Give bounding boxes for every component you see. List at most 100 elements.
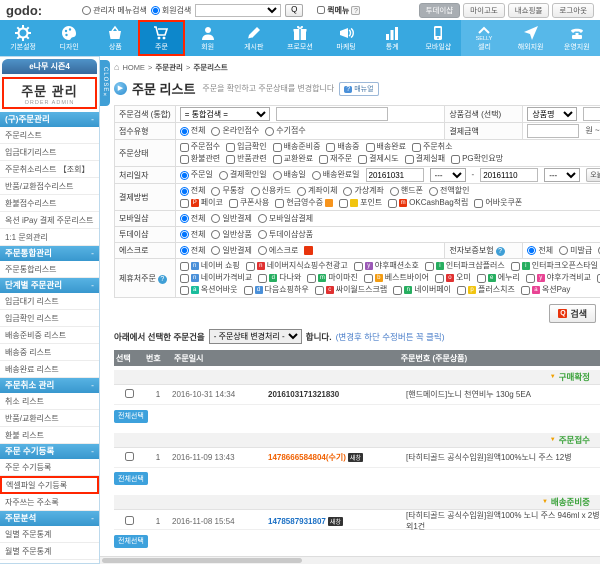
radio-input-전체[interactable] xyxy=(180,187,189,196)
radio-input-투데이샵상품[interactable] xyxy=(258,230,267,239)
filter-input[interactable] xyxy=(583,107,600,121)
sidebar-section-주문통합관리[interactable]: 주문통합관리- xyxy=(0,246,99,261)
checkbox-현금영수증[interactable]: 현금영수증 xyxy=(275,197,333,209)
checkbox-마이마진[interactable]: m마이마진 xyxy=(307,272,357,284)
sidebar-item-상품별 주문통계[interactable]: 상품별 주문통계 xyxy=(0,560,99,564)
radio-input-온라인접수[interactable] xyxy=(211,127,220,136)
checkbox-베스트바이어[interactable]: b베스트바이어 xyxy=(364,272,429,284)
radio-input-전체[interactable] xyxy=(180,214,189,223)
check-input-어바웃쿠폰[interactable] xyxy=(474,199,483,208)
new-window-badge[interactable]: 새창 xyxy=(328,517,343,526)
radio-에스크로[interactable]: 에스크로 xyxy=(258,245,298,257)
sidebar-section-주문취소 관리[interactable]: 주문취소 관리- xyxy=(0,378,99,393)
row-checkbox[interactable] xyxy=(125,452,134,461)
radio-핸드폰[interactable]: 핸드폰 xyxy=(390,185,423,197)
sidebar-section-단계별 주문관리[interactable]: 단계별 주문관리- xyxy=(0,278,99,293)
nav-item-해외지원[interactable]: 해외지원 xyxy=(508,20,554,56)
check-input-반품관련[interactable] xyxy=(226,155,235,164)
radio-무통장[interactable]: 무통장 xyxy=(211,185,244,197)
quick-menu-checkbox[interactable] xyxy=(317,6,325,14)
nav-item-상품[interactable]: 상품 xyxy=(92,20,138,56)
breadcrumb-level1[interactable]: 주문관리 xyxy=(155,62,183,73)
radio-input-일반상품[interactable] xyxy=(211,230,220,239)
select-all-button[interactable]: 전체선택 xyxy=(114,472,148,485)
check-input-옥션Pay[interactable] xyxy=(521,286,530,295)
check-input-네이버 쇼핑[interactable] xyxy=(180,262,189,271)
sidebar-section-(구)주문관리[interactable]: (구)주문관리- xyxy=(0,112,99,127)
checkbox-배송중[interactable]: 배송중 xyxy=(326,141,359,153)
top-link-로그아웃[interactable]: 로그아웃 xyxy=(552,3,594,18)
nav-item-주문[interactable]: 주문 xyxy=(138,20,184,56)
sidebar-item-주문리스트[interactable]: 주문리스트 xyxy=(0,127,99,144)
radio-전체[interactable]: 전체 xyxy=(527,245,553,257)
check-input-페이코[interactable] xyxy=(180,199,189,208)
check-input-네이버페이[interactable] xyxy=(393,286,402,295)
check-input-포인트[interactable] xyxy=(339,199,348,208)
checkbox-쿠폰사용[interactable]: 쿠폰사용 xyxy=(229,197,269,209)
order-number[interactable]: 2016103171321830 xyxy=(268,390,339,399)
radio-input-전체[interactable] xyxy=(180,127,189,136)
checkbox-다음쇼핑하우[interactable]: d다음쇼핑하우 xyxy=(244,284,309,296)
sidebar-section-주문 수기등록[interactable]: 주문 수기등록- xyxy=(0,444,99,459)
checkbox-네이버가격비교[interactable]: n네이버가격비교 xyxy=(180,272,253,284)
radio-투데이샵상품[interactable]: 투데이샵상품 xyxy=(258,229,313,241)
radio-전체[interactable]: 전체 xyxy=(180,125,206,137)
radio-일반결제[interactable]: 일반결제 xyxy=(211,213,251,225)
check-input-다음쇼핑하우[interactable] xyxy=(244,286,253,295)
top-link-투데이샵[interactable]: 투데이샵 xyxy=(419,3,461,18)
radio-일반결제[interactable]: 일반결제 xyxy=(211,245,251,257)
checkbox-주문취소[interactable]: 주문취소 xyxy=(412,141,452,153)
filter-input[interactable] xyxy=(527,124,579,138)
breadcrumb-home[interactable]: HOME xyxy=(122,63,145,72)
checkbox-플러스치즈[interactable]: p플러스치즈 xyxy=(457,284,515,296)
check-input-야후가격비교[interactable] xyxy=(526,274,535,283)
check-input-배송준비중[interactable] xyxy=(273,143,282,152)
sidebar-item-입금확인 리스트[interactable]: 입금확인 리스트 xyxy=(0,310,99,327)
radio-input-전체[interactable] xyxy=(180,230,189,239)
checkbox-결제시도[interactable]: 결제시도 xyxy=(358,153,398,165)
collapse-minus-icon[interactable]: - xyxy=(91,112,94,127)
admin-menu-search-radio[interactable]: 관리자 메뉴검색 xyxy=(82,5,147,16)
checkbox-인터파크샵플러스[interactable]: i인터파크샵플러스 xyxy=(425,260,505,272)
checkbox-네이버지식쇼핑수천광고[interactable]: n네이버지식쇼핑수천광고 xyxy=(246,260,348,272)
order-status-change-select[interactable]: - 주문상태 변경처리 - xyxy=(209,329,302,344)
new-window-badge[interactable]: 새창 xyxy=(348,453,363,462)
radio-온라인접수[interactable]: 온라인접수 xyxy=(211,125,259,137)
checkbox-주문접수[interactable]: 주문접수 xyxy=(180,141,220,153)
sidebar-item-배송중 리스트[interactable]: 배송중 리스트 xyxy=(0,344,99,361)
nav-item-디자인[interactable]: 디자인 xyxy=(46,20,92,56)
top-search-combo[interactable] xyxy=(195,4,281,17)
manual-button[interactable]: ?매뉴얼 xyxy=(339,82,378,96)
sidebar-item-환불접수리스트[interactable]: 환불접수리스트 xyxy=(0,195,99,212)
radio-배송일[interactable]: 배송일 xyxy=(273,169,306,181)
nav-item-모바일샵[interactable]: 모바일샵 xyxy=(415,20,461,56)
collapse-minus-icon[interactable]: - xyxy=(91,511,94,526)
check-input-마이마진[interactable] xyxy=(307,274,316,283)
radio-input-무통장[interactable] xyxy=(211,187,220,196)
row-checkbox[interactable] xyxy=(125,389,134,398)
select-all-button[interactable]: 전체선택 xyxy=(114,410,148,423)
check-input-네이버지식쇼핑수천광고[interactable] xyxy=(246,262,255,271)
check-input-현금영수증[interactable] xyxy=(275,199,284,208)
checkbox-네이버페이[interactable]: n네이버페이 xyxy=(393,284,451,296)
check-input-다나와[interactable] xyxy=(258,274,267,283)
sidebar-item-옥션 iPay 결제 주문리스트[interactable]: 옥션 iPay 결제 주문리스트 xyxy=(0,212,99,229)
check-input-주문접수[interactable] xyxy=(180,143,189,152)
check-input-재주문[interactable] xyxy=(319,155,328,164)
check-input-배송중[interactable] xyxy=(326,143,335,152)
radio-input-배송일[interactable] xyxy=(273,171,282,180)
sidebar-item-주문 수기등록[interactable]: 주문 수기등록 xyxy=(0,459,99,476)
search-button[interactable]: Q검색 xyxy=(549,304,596,323)
check-input-인터파크오픈스타일[interactable] xyxy=(511,262,520,271)
filter-input[interactable] xyxy=(366,168,424,182)
checkbox-반품관련[interactable]: 반품관련 xyxy=(226,153,266,165)
radio-input-모바일샵결제[interactable] xyxy=(258,214,267,223)
collapse-minus-icon[interactable]: - xyxy=(91,378,94,393)
radio-전체[interactable]: 전체 xyxy=(180,229,206,241)
checkbox-다나와[interactable]: d다나와 xyxy=(258,272,301,284)
check-input-주문취소[interactable] xyxy=(412,143,421,152)
checkbox-결제실패[interactable]: 결제실패 xyxy=(405,153,445,165)
sidebar-item-환불 리스트[interactable]: 환불 리스트 xyxy=(0,427,99,444)
group-status-row[interactable]: ▼주문접수 xyxy=(114,433,600,448)
sidebar-collapse-tab[interactable]: CLOSE× xyxy=(100,60,110,106)
